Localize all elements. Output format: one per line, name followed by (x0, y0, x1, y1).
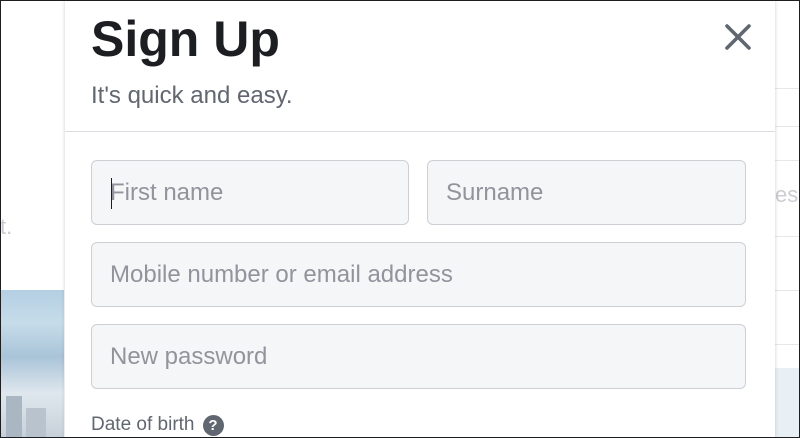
date-of-birth-label: Date of birth ? (91, 414, 224, 436)
background-text-left: t. (0, 214, 13, 239)
first-name-field (91, 160, 409, 225)
password-field (91, 324, 746, 389)
sign-up-dialog: Sign Up It's quick and easy. Date of bir… (65, 0, 775, 438)
mobile-or-email-input[interactable] (92, 243, 745, 306)
new-password-input[interactable] (92, 325, 745, 388)
first-name-input[interactable] (92, 161, 408, 224)
dialog-subtitle: It's quick and easy. (91, 82, 293, 109)
background-divider (775, 160, 800, 161)
background-divider (775, 344, 800, 345)
close-icon (725, 24, 751, 50)
background-text-right: ess (775, 182, 800, 207)
surname-field (427, 160, 746, 225)
text-cursor (111, 178, 112, 209)
background-photo-right (775, 368, 800, 438)
contact-field (91, 242, 746, 307)
dialog-title: Sign Up (91, 11, 280, 67)
question-mark-icon[interactable]: ? (202, 414, 224, 436)
date-of-birth-text: Date of birth (91, 414, 195, 435)
close-button[interactable] (718, 17, 758, 57)
background-divider (775, 290, 800, 291)
background-divider (775, 88, 800, 89)
background-photo-left (0, 290, 64, 438)
dialog-divider (65, 131, 775, 132)
surname-input[interactable] (428, 161, 745, 224)
background-divider (775, 126, 800, 127)
background-divider (775, 236, 800, 237)
